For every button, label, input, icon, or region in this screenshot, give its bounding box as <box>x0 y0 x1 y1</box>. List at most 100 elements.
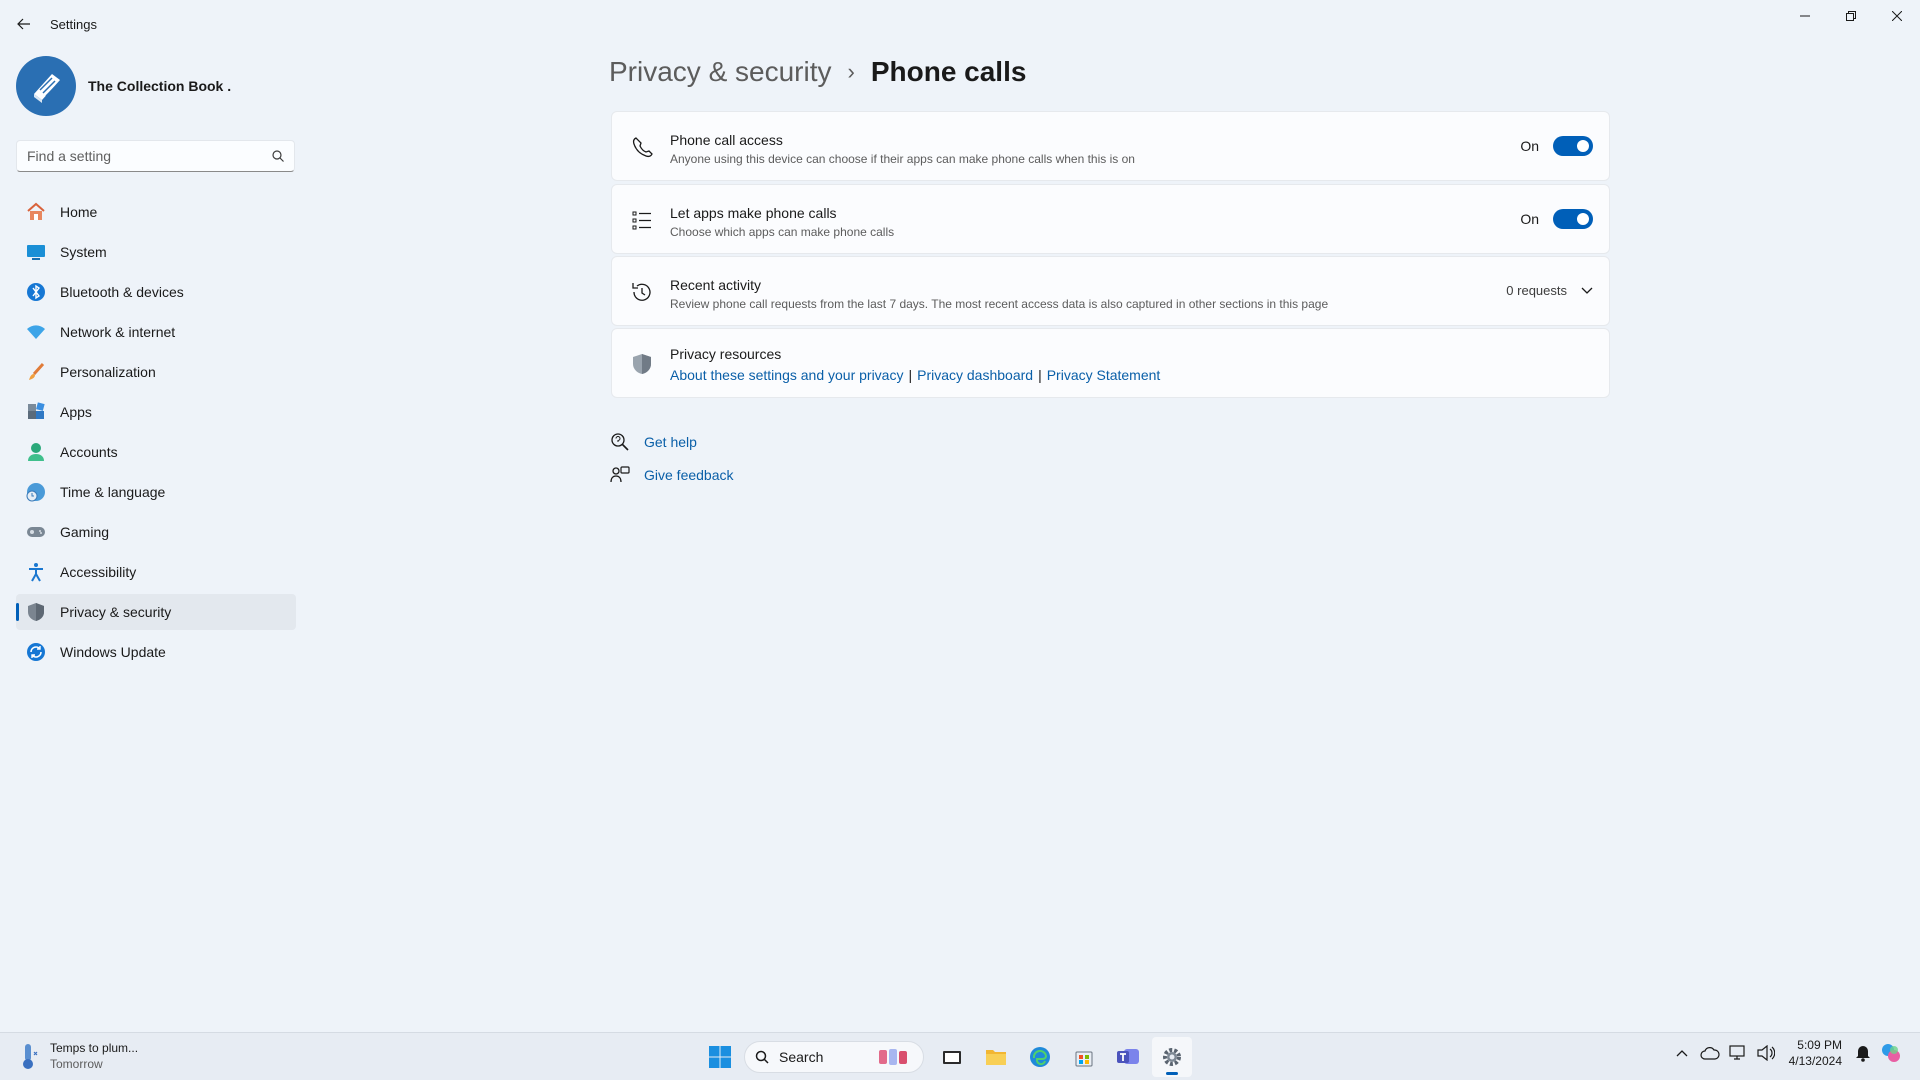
sidebar-item-personalization[interactable]: Personalization <box>16 354 296 390</box>
weather-widget[interactable]: Temps to plum... Tomorrow <box>18 1040 138 1072</box>
teams-button[interactable] <box>1108 1037 1148 1077</box>
link-separator: | <box>908 367 913 383</box>
user-profile[interactable]: The Collection Book . <box>16 56 231 116</box>
taskbar-search[interactable]: Search <box>744 1041 924 1073</box>
history-icon <box>632 283 651 301</box>
card-title: Phone call access <box>670 132 783 148</box>
restore-icon <box>1846 11 1856 21</box>
sidebar-item-label: Time & language <box>60 484 166 500</box>
sidebar-item-gaming[interactable]: Gaming <box>16 514 296 550</box>
let-apps-make-calls-toggle[interactable] <box>1553 209 1593 229</box>
edge-browser-icon <box>1030 1047 1050 1067</box>
about-settings-privacy-link[interactable]: About these settings and your privacy <box>670 367 903 383</box>
sidebar-item-label: Gaming <box>60 524 110 540</box>
edge-button[interactable] <box>1020 1037 1060 1077</box>
search-highlight-icon <box>879 1049 907 1065</box>
person-icon <box>28 443 44 461</box>
give-feedback-link[interactable]: Give feedback <box>610 465 734 485</box>
close-button[interactable] <box>1874 0 1920 32</box>
card-title: Recent activity <box>670 277 762 293</box>
windows-logo-icon <box>709 1046 731 1068</box>
accessibility-icon <box>29 563 43 582</box>
taskbar: Temps to plum... Tomorrow Search 5:09 PM… <box>0 1032 1920 1080</box>
card-title: Privacy resources <box>670 346 782 362</box>
get-help-link[interactable]: Get help <box>610 432 697 452</box>
page-title: Phone calls <box>870 56 1027 87</box>
folder-icon <box>986 1050 1006 1065</box>
list-icon <box>632 211 651 230</box>
task-view-button[interactable] <box>932 1037 972 1077</box>
recent-activity-card[interactable]: Recent activity Review phone call reques… <box>611 256 1610 326</box>
title-bar: Settings <box>0 0 1920 48</box>
network-monitor-icon <box>1729 1045 1745 1060</box>
sidebar-item-apps[interactable]: Apps <box>16 394 296 430</box>
search-input[interactable] <box>27 148 272 164</box>
book-logo-icon <box>34 74 60 103</box>
store-button[interactable] <box>1064 1037 1104 1077</box>
privacy-resources-card: Privacy resources About these settings a… <box>611 328 1610 398</box>
task-view-icon <box>943 1051 961 1064</box>
sidebar-item-label: Apps <box>60 404 92 420</box>
avatar <box>16 56 76 116</box>
sidebar-item-accessibility[interactable]: Accessibility <box>16 554 296 590</box>
privacy-statement-link[interactable]: Privacy Statement <box>1047 367 1161 383</box>
clock[interactable]: 5:09 PM 4/13/2024 <box>1789 1037 1842 1069</box>
sidebar-item-label: Windows Update <box>60 644 166 660</box>
recent-activity-count: 0 requests <box>1506 283 1593 298</box>
breadcrumb-parent[interactable]: Privacy & security <box>609 56 832 88</box>
link-separator: | <box>1038 367 1042 383</box>
toggle-state-label: On <box>1520 211 1539 227</box>
profile-name: The Collection Book . <box>88 78 232 94</box>
sidebar-item-privacy-security[interactable]: Privacy & security <box>16 594 296 630</box>
cloud-icon <box>1700 1047 1720 1060</box>
privacy-dashboard-link[interactable]: Privacy dashboard <box>917 367 1033 383</box>
sidebar-item-accounts[interactable]: Accounts <box>16 434 296 470</box>
sidebar-item-label: System <box>60 244 107 260</box>
sidebar-item-windows-update[interactable]: Windows Update <box>16 634 296 670</box>
back-button[interactable] <box>12 12 36 36</box>
sidebar-item-network[interactable]: Network & internet <box>16 314 296 350</box>
network-button[interactable] <box>1727 1042 1749 1064</box>
chevron-up-icon <box>1676 1050 1688 1057</box>
show-hidden-icons-button[interactable] <box>1671 1042 1693 1064</box>
system-tray: 5:09 PM 4/13/2024 <box>1671 1037 1908 1069</box>
taskbar-apps: Search <box>700 1037 1196 1077</box>
feedback-icon <box>610 466 630 483</box>
sidebar-item-label: Privacy & security <box>60 604 172 620</box>
volume-button[interactable] <box>1755 1042 1777 1064</box>
clock-date: 4/13/2024 <box>1788 1054 1842 1068</box>
search-icon <box>755 1050 769 1064</box>
search-icon <box>272 150 284 162</box>
home-icon <box>27 202 45 220</box>
sidebar-item-label: Bluetooth & devices <box>60 284 184 300</box>
sidebar-item-time-language[interactable]: Time & language <box>16 474 296 510</box>
sidebar-item-system[interactable]: System <box>16 234 296 270</box>
file-explorer-button[interactable] <box>976 1037 1016 1077</box>
notifications-button[interactable] <box>1852 1042 1874 1064</box>
let-apps-make-calls-card: Let apps make phone calls Choose which a… <box>611 184 1610 254</box>
sidebar-item-label: Accessibility <box>60 564 137 580</box>
sidebar-item-label: Accounts <box>60 444 118 460</box>
privacy-links: About these settings and your privacy | … <box>670 367 1160 383</box>
phone-call-access-card: Phone call access Anyone using this devi… <box>611 111 1610 181</box>
restore-button[interactable] <box>1828 0 1874 32</box>
shield-icon <box>28 603 44 621</box>
find-setting-search[interactable] <box>16 140 295 172</box>
window-controls <box>1782 0 1920 32</box>
speaker-icon <box>1757 1045 1775 1061</box>
phone-call-access-toggle[interactable] <box>1553 136 1593 156</box>
phone-icon <box>632 137 653 158</box>
chevron-down-icon[interactable] <box>1581 287 1593 295</box>
card-title: Let apps make phone calls <box>670 205 837 221</box>
sidebar-item-home[interactable]: Home <box>16 194 296 230</box>
globe-clock-icon <box>26 483 45 502</box>
sidebar-item-bluetooth[interactable]: Bluetooth & devices <box>16 274 296 310</box>
start-button[interactable] <box>700 1037 740 1077</box>
settings-taskbar-button[interactable] <box>1152 1037 1192 1077</box>
gear-icon <box>1163 1048 1181 1066</box>
copilot-button[interactable] <box>1880 1042 1902 1064</box>
minimize-button[interactable] <box>1782 0 1828 32</box>
apps-icon <box>28 402 45 419</box>
onedrive-button[interactable] <box>1699 1042 1721 1064</box>
store-icon <box>1075 1051 1093 1067</box>
